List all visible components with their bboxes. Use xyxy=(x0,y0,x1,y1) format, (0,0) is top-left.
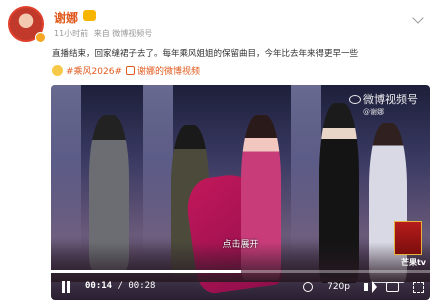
quality-selector[interactable]: 720p xyxy=(327,282,350,292)
fullscreen-icon[interactable] xyxy=(413,281,424,293)
post-meta: 11小时前 来自 微博视频号 xyxy=(54,28,152,39)
stage-light xyxy=(143,85,173,255)
progress-fill xyxy=(51,270,241,273)
hashtag-link[interactable]: #乘风2026# xyxy=(66,67,122,77)
pause-button[interactable] xyxy=(60,281,72,293)
video-watermark: 微博视频号 xyxy=(349,91,418,107)
chevron-down-icon[interactable] xyxy=(412,12,424,24)
platform-logo: 芒果tv xyxy=(400,258,426,267)
search-icon[interactable] xyxy=(303,282,314,292)
stage-light xyxy=(291,85,321,255)
video-controls: 00:14 / 00:28 720p xyxy=(51,274,430,300)
post-source[interactable]: 来自 微博视频号 xyxy=(94,29,153,38)
vip-badge-icon[interactable] xyxy=(83,10,96,21)
video-source-link[interactable]: 谢娜的微博视频 xyxy=(137,67,200,77)
post-tags: #乘风2026# 谢娜的微博视频 xyxy=(52,64,200,77)
stage-light xyxy=(51,85,81,255)
post-header: 谢娜 11小时前 来自 微博视频号 xyxy=(8,6,424,43)
video-link-icon xyxy=(126,66,135,75)
time-separator: / xyxy=(117,281,129,291)
weibo-icon xyxy=(349,95,361,104)
expand-caption[interactable]: 点击展开 xyxy=(51,237,430,250)
current-time: 00:14 xyxy=(85,281,113,291)
volume-icon[interactable] xyxy=(364,281,377,293)
time-display: 00:14 / 00:28 xyxy=(85,281,155,291)
duration: 00:28 xyxy=(128,281,156,291)
controls-right: 720p xyxy=(303,280,424,294)
pip-icon[interactable] xyxy=(386,282,399,292)
username[interactable]: 谢娜 xyxy=(54,9,78,26)
video-player[interactable]: 微博视频号 @谢娜 芒果tv 点击展开 00:14 / 00:28 720p xyxy=(51,85,430,300)
verified-badge-icon xyxy=(35,32,46,43)
post-text: 直播结束，回家缝裙子去了。每年乘风姐姐的保留曲目，今年比去年来得更早一些 xyxy=(52,49,359,59)
post-time[interactable]: 11小时前 xyxy=(54,29,88,38)
watermark-handle: @谢娜 xyxy=(363,108,384,116)
progress-bar[interactable] xyxy=(51,270,430,273)
laughing-emoji-icon xyxy=(52,65,63,76)
